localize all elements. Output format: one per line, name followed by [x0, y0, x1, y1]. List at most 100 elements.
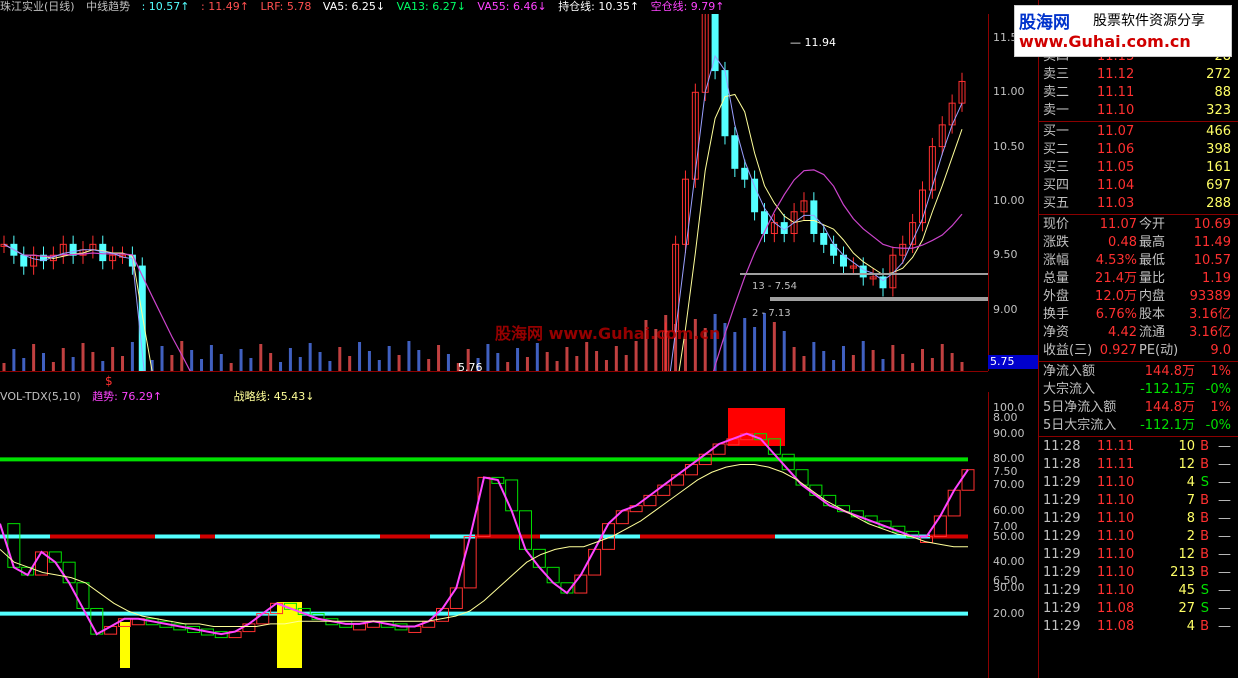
volume-bar: [525, 357, 529, 371]
cell: 11.10: [1097, 511, 1135, 526]
cell: 12: [1178, 547, 1195, 562]
cell: 11:28: [1043, 457, 1081, 472]
cell: 3.16亿: [1189, 325, 1231, 340]
volume-bar: [871, 350, 875, 371]
logo-name: 股海网: [1019, 13, 1070, 33]
cell: 5日净流入额: [1043, 400, 1117, 415]
trend-box: [242, 623, 256, 633]
high-label: — 11.94: [790, 36, 836, 49]
candlestick-chart[interactable]: — 11.94 5.76 13 - 7.54 2 - 7.13: [0, 14, 988, 371]
ma-white-line: [3, 93, 963, 371]
volume-bar: [535, 343, 539, 371]
ask-row: 卖二 11.11 88: [1039, 84, 1235, 102]
cell: 11.10: [1097, 103, 1135, 118]
cell: 11.10: [1097, 493, 1135, 508]
stat-row: 外盘 12.0万 内盘 93389: [1039, 288, 1235, 306]
hold-line-value: 持仓线: 10.35↑: [558, 0, 640, 13]
volume-bar: [772, 322, 776, 371]
cell: 量比: [1139, 271, 1166, 286]
trend-box: [657, 484, 671, 496]
volume-bar: [101, 361, 105, 371]
cell: 收益(三): [1043, 343, 1093, 358]
volume-bar: [950, 353, 954, 371]
volume-bar: [841, 346, 845, 371]
trend-box: [62, 561, 76, 584]
volume-bar: [565, 347, 569, 371]
volume-bar: [298, 357, 302, 371]
low-label: 5.76: [458, 361, 483, 371]
stat-row: 现价 11.07 今开 10.69: [1039, 216, 1235, 234]
trend-box: [588, 548, 602, 576]
cell: 323: [1206, 103, 1231, 118]
cell: 11.08: [1097, 619, 1135, 634]
lrf-value: LRF: 5.78: [260, 0, 312, 13]
trend-box: [477, 476, 491, 537]
cell: 10: [1178, 439, 1195, 454]
cell: 11:29: [1043, 475, 1081, 490]
volume-bar: [377, 360, 381, 371]
cell: 398: [1206, 142, 1231, 157]
cell: 5日大宗流入: [1043, 418, 1117, 433]
volume-bar: [407, 341, 411, 371]
panel-separator: [1039, 361, 1238, 362]
volume-bar: [545, 352, 549, 371]
volume-bar: [61, 348, 65, 371]
volume-bar: [585, 342, 589, 371]
volume-bar: [940, 344, 944, 371]
price-tick: 11.00: [993, 85, 1025, 99]
volume-bar: [832, 360, 836, 371]
cell: -0%: [1205, 382, 1231, 397]
cell: 现价: [1043, 217, 1070, 232]
cell: 内盘: [1139, 289, 1166, 304]
cell: B: [1200, 439, 1209, 454]
signal-marker: $: [105, 374, 113, 388]
cell: 11.04: [1097, 178, 1135, 193]
volume-bar: [2, 363, 6, 371]
trend-box: [7, 523, 21, 568]
cell: 11.11: [1097, 457, 1135, 472]
cell: 11.10: [1097, 529, 1135, 544]
cell: 2: [1186, 529, 1195, 544]
candle-body: [731, 135, 739, 169]
cell: 288: [1206, 196, 1231, 211]
volume-bar: [624, 355, 628, 371]
volume-bar: [614, 346, 618, 371]
volume-bar: [555, 361, 559, 371]
panel-separator: [1039, 214, 1238, 215]
volume-bar: [516, 348, 520, 371]
cell: 213: [1170, 565, 1195, 580]
cell: 11.08: [1097, 601, 1135, 616]
candle-body: [99, 243, 107, 262]
cell: 11.10: [1097, 565, 1135, 580]
tick-row: 11:29 11.10 12 B —: [1039, 546, 1235, 564]
cell: 0.927: [1099, 343, 1137, 358]
indicator-tick: 60.00: [993, 503, 1025, 517]
trend-box: [463, 536, 477, 589]
cell: 21.4万: [1095, 271, 1137, 286]
indicator-name: 中线趋势: [86, 0, 131, 13]
volume-bar: [595, 351, 599, 371]
cell: 11.10: [1097, 547, 1135, 562]
cell: 11.10: [1097, 583, 1135, 598]
indicator-chart[interactable]: [0, 392, 988, 678]
cell: 今开: [1139, 217, 1166, 232]
cell: 卖一: [1043, 103, 1070, 118]
trend-box: [48, 551, 62, 563]
cell: —: [1218, 511, 1231, 526]
chart-divider: [0, 371, 988, 372]
volume-bar: [506, 362, 510, 371]
cell: 总量: [1043, 271, 1070, 286]
trend-line: [0, 432, 969, 636]
cell: —: [1218, 583, 1231, 598]
volume-bar: [22, 358, 26, 371]
volume-bar: [32, 344, 36, 371]
volume-bar: [881, 359, 885, 371]
cell: 4.42: [1108, 325, 1137, 340]
cell: 12.0万: [1095, 289, 1137, 304]
flow-row: 净流入额 144.8万 1%: [1039, 363, 1235, 381]
tick-row: 11:29 11.10 2 B —: [1039, 528, 1235, 546]
cell: 27: [1178, 601, 1195, 616]
cell: —: [1218, 601, 1231, 616]
yellow-signal-block-1: [120, 622, 130, 668]
candle-body: [760, 211, 768, 234]
